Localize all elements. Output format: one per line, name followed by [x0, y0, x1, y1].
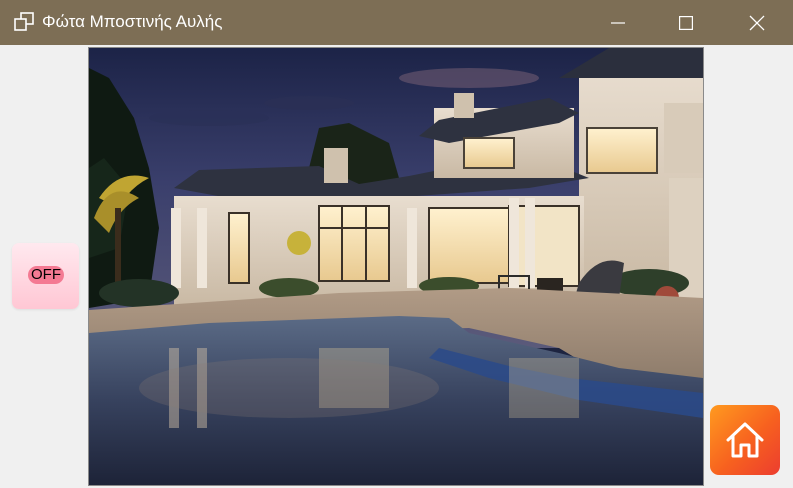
- villa-pool-image: [89, 48, 703, 485]
- close-button[interactable]: [734, 0, 780, 45]
- app-icon: [14, 12, 34, 31]
- maximize-icon: [679, 15, 693, 30]
- maximize-button[interactable]: [663, 0, 709, 45]
- home-button[interactable]: [710, 405, 780, 475]
- backyard-photo: [88, 47, 704, 486]
- lights-toggle-button[interactable]: OFF: [12, 243, 79, 309]
- toggle-state-label: OFF: [28, 266, 64, 284]
- minimize-button[interactable]: [595, 0, 641, 45]
- app-window: Φώτα Μποστινής Αυλής OFF: [0, 0, 793, 488]
- title-bar[interactable]: Φώτα Μποστινής Αυλής: [0, 0, 793, 45]
- minimize-icon: [611, 21, 625, 24]
- home-icon: [726, 422, 764, 458]
- main-content: OFF: [0, 45, 793, 488]
- window-title: Φώτα Μποστινής Αυλής: [42, 12, 223, 31]
- close-icon: [749, 15, 765, 30]
